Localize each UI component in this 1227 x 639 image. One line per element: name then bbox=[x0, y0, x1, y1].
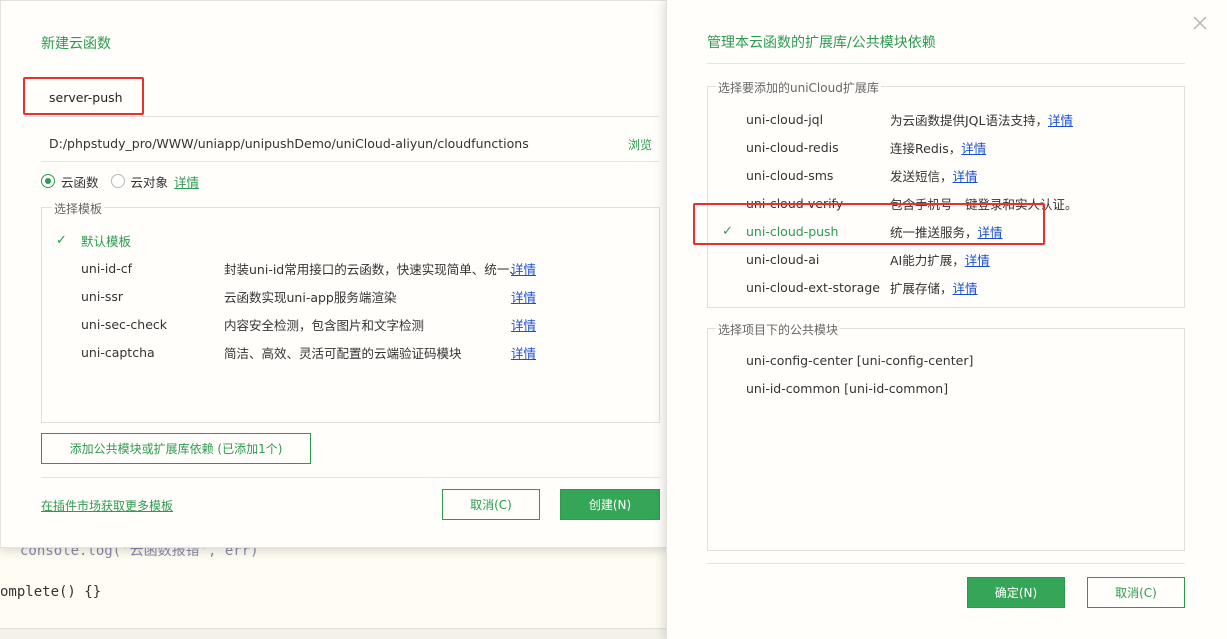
extension-name: uni-cloud-redis bbox=[746, 139, 839, 155]
divider bbox=[707, 63, 1185, 64]
dialog-title: 管理本云函数的扩展库/公共模块依赖 bbox=[707, 35, 936, 51]
extension-row[interactable]: uni-cloud-jql 为云函数提供JQL语法支持，详情 bbox=[708, 105, 1184, 133]
extension-row[interactable]: uni-cloud-ext-storage 扩展存储，详情 bbox=[708, 273, 1184, 301]
cancel-button[interactable]: 取消(C) bbox=[1087, 577, 1185, 608]
template-details-link[interactable]: 详情 bbox=[511, 315, 536, 334]
divider bbox=[707, 563, 1185, 564]
extension-name: uni-cloud-ai bbox=[746, 251, 820, 267]
template-details-link[interactable]: 详情 bbox=[511, 259, 536, 278]
add-dependency-button[interactable]: 添加公共模块或扩展库依赖 (已添加1个) bbox=[41, 433, 311, 464]
extension-name: uni-cloud-jql bbox=[746, 111, 824, 127]
highlight-box bbox=[23, 77, 144, 115]
extension-desc: 为云函数提供JQL语法支持，详情 bbox=[890, 112, 1074, 128]
extension-desc: 扩展存储，详情 bbox=[890, 280, 978, 296]
directory-path: D:/phpstudy_pro/WWW/uniapp/unipushDemo/u… bbox=[49, 136, 529, 151]
template-name: uni-ssr bbox=[81, 288, 123, 304]
extension-name: uni-cloud-sms bbox=[746, 167, 834, 183]
template-desc: 简洁、高效、灵活可配置的云端验证码模块 bbox=[224, 345, 462, 361]
extension-desc: AI能力扩展，详情 bbox=[890, 252, 990, 268]
dialog-title: 新建云函数 bbox=[41, 36, 111, 52]
template-legend: 选择模板 bbox=[52, 200, 105, 217]
extension-name: uni-cloud-ext-storage bbox=[746, 279, 880, 295]
template-desc: 封装uni-id常用接口的云函数，快速实现简单、统一、 bbox=[224, 261, 522, 277]
confirm-button[interactable]: 确定(N) bbox=[967, 577, 1065, 608]
modules-legend: 选择项目下的公共模块 bbox=[716, 321, 841, 338]
editor-status-bar bbox=[0, 628, 668, 639]
template-row[interactable]: uni-ssr 云函数实现uni-app服务端渲染 详情 bbox=[42, 282, 659, 310]
close-icon[interactable] bbox=[1191, 14, 1209, 32]
highlight-box bbox=[693, 203, 1045, 245]
modules-fieldset: 选择项目下的公共模块 uni-config-center [uni-config… bbox=[707, 321, 1185, 551]
extension-desc: 发送短信，详情 bbox=[890, 168, 978, 184]
extension-fieldset: 选择要添加的uniCloud扩展库 uni-cloud-jql 为云函数提供JQ… bbox=[707, 79, 1185, 308]
template-details-link[interactable]: 详情 bbox=[511, 343, 536, 362]
extension-details-link[interactable]: 详情 bbox=[953, 169, 978, 184]
extension-details-link[interactable]: 详情 bbox=[953, 281, 978, 296]
divider bbox=[41, 161, 659, 162]
extension-row[interactable]: uni-cloud-redis 连接Redis，详情 bbox=[708, 133, 1184, 161]
template-row[interactable]: uni-sec-check 内容安全检测，包含图片和文字检测 详情 bbox=[42, 310, 659, 338]
radio-cloud-object-label[interactable]: 云对象 bbox=[131, 172, 169, 191]
checkmark-icon: ✓ bbox=[56, 232, 67, 248]
details-link[interactable]: 详情 bbox=[174, 172, 199, 191]
module-item[interactable]: uni-id-common [uni-id-common] bbox=[746, 381, 948, 396]
template-name: uni-sec-check bbox=[81, 316, 168, 332]
extension-row[interactable]: uni-cloud-ai AI能力扩展，详情 bbox=[708, 245, 1184, 273]
template-name: uni-id-cf bbox=[81, 260, 133, 276]
extension-desc: 连接Redis，详情 bbox=[890, 140, 987, 156]
template-name: 默认模板 bbox=[81, 233, 132, 249]
function-type-radio-group: 云函数 云对象 详情 bbox=[41, 172, 199, 190]
extension-row[interactable]: uni-cloud-sms 发送短信，详情 bbox=[708, 161, 1184, 189]
template-desc: 云函数实现uni-app服务端渲染 bbox=[224, 289, 397, 305]
browse-link[interactable]: 浏览 bbox=[628, 136, 652, 153]
plugin-market-link[interactable]: 在插件市场获取更多模板 bbox=[41, 497, 173, 514]
extension-details-link[interactable]: 详情 bbox=[965, 253, 990, 268]
divider bbox=[41, 477, 660, 478]
manage-dependencies-dialog: 管理本云函数的扩展库/公共模块依赖 选择要添加的uniCloud扩展库 uni-… bbox=[666, 0, 1227, 639]
module-item[interactable]: uni-config-center [uni-config-center] bbox=[746, 353, 973, 368]
extension-legend: 选择要添加的uniCloud扩展库 bbox=[716, 79, 881, 96]
extension-details-link[interactable]: 详情 bbox=[961, 141, 986, 156]
template-details-link[interactable]: 详情 bbox=[511, 287, 536, 306]
code-line: omplete() {} bbox=[0, 584, 102, 600]
create-button[interactable]: 创建(N) bbox=[560, 489, 660, 520]
radio-cloud-function[interactable] bbox=[41, 174, 55, 188]
radio-cloud-function-label[interactable]: 云函数 bbox=[61, 172, 99, 191]
template-row-default[interactable]: ✓ 默认模板 bbox=[42, 226, 659, 254]
cancel-button[interactable]: 取消(C) bbox=[442, 489, 540, 520]
template-row[interactable]: uni-id-cf 封装uni-id常用接口的云函数，快速实现简单、统一、 详情 bbox=[42, 254, 659, 282]
template-name: uni-captcha bbox=[81, 344, 155, 360]
template-desc: 内容安全检测，包含图片和文字检测 bbox=[224, 317, 425, 333]
template-row[interactable]: uni-captcha 简洁、高效、灵活可配置的云端验证码模块 详情 bbox=[42, 338, 659, 366]
template-fieldset: 选择模板 ✓ 默认模板 uni-id-cf 封装uni-id常用接口的云函数，快… bbox=[41, 200, 660, 423]
extension-details-link[interactable]: 详情 bbox=[1048, 113, 1073, 128]
radio-cloud-object[interactable] bbox=[110, 174, 125, 188]
